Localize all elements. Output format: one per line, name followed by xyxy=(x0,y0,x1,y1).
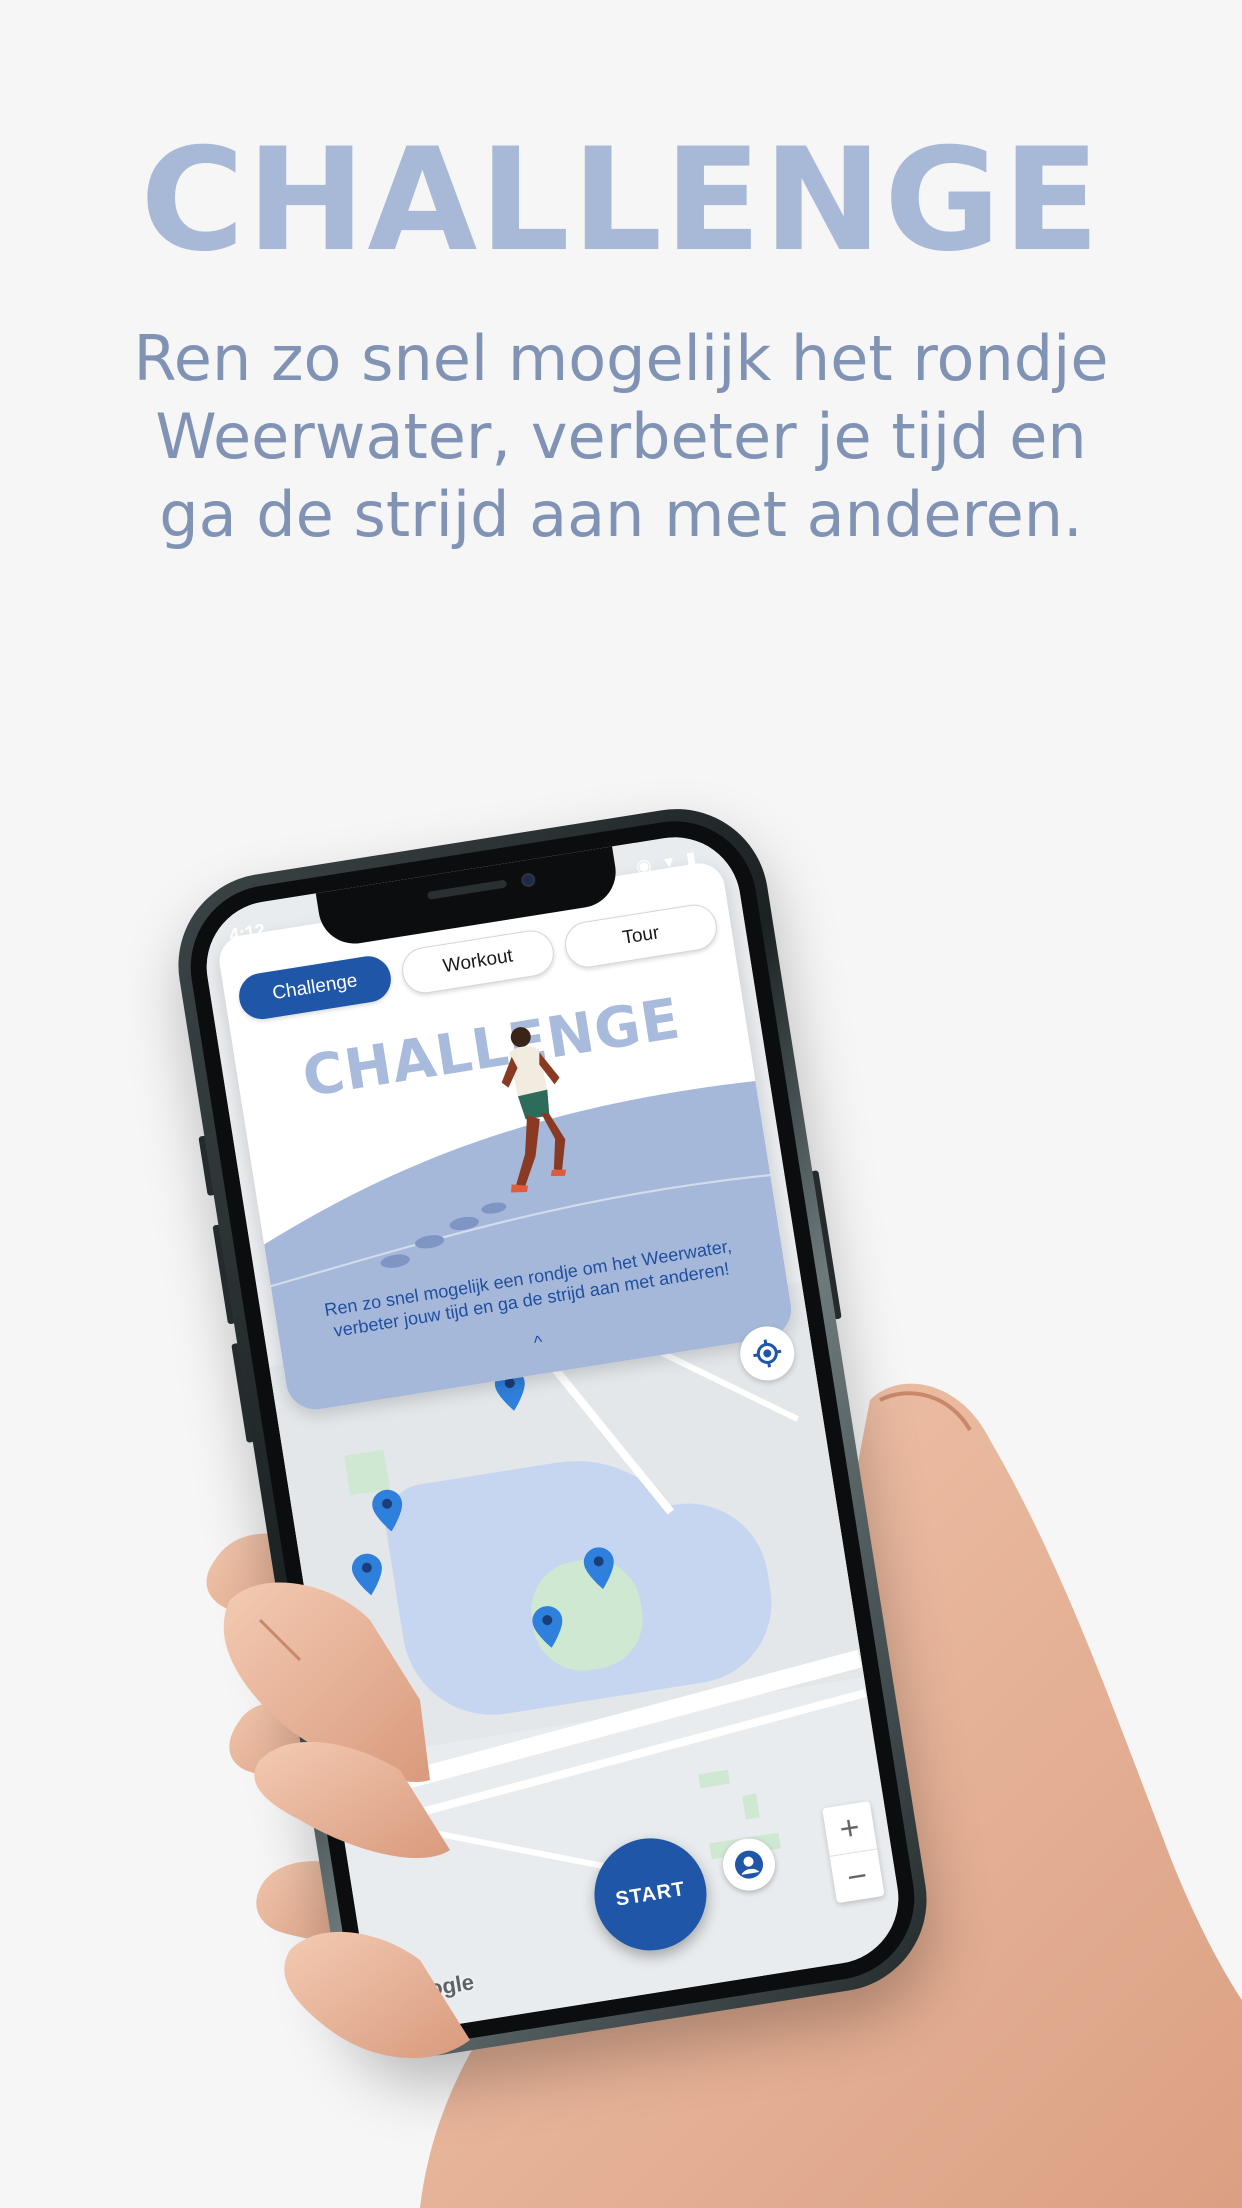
map-pin[interactable] xyxy=(350,1552,386,1598)
tab-workout[interactable]: Workout xyxy=(398,927,558,997)
status-icons: ◉ ▾ ▮ xyxy=(634,846,702,877)
map-pin[interactable] xyxy=(370,1488,406,1534)
map-park-small xyxy=(742,1793,760,1820)
map-pin[interactable] xyxy=(582,1545,618,1591)
map-pin[interactable] xyxy=(369,1670,405,1716)
front-camera xyxy=(519,872,536,889)
tab-challenge[interactable]: Challenge xyxy=(235,952,395,1023)
challenge-card[interactable]: Challenge Workout Tour CHALLENGE Ren zo … xyxy=(215,859,796,1414)
zoom-out-button[interactable]: − xyxy=(829,1848,885,1904)
zoom-in-button[interactable]: + xyxy=(822,1801,877,1856)
map-pin[interactable] xyxy=(530,1604,566,1650)
chevron-up-icon[interactable]: ^ xyxy=(527,1331,550,1354)
status-time: 4:12 xyxy=(227,919,267,946)
crosshair-icon xyxy=(753,1339,782,1368)
map-park-small xyxy=(344,1449,390,1496)
map-park-small xyxy=(698,1769,731,1789)
earpiece-speaker xyxy=(426,879,507,900)
user-icon xyxy=(735,1850,764,1879)
tab-tour[interactable]: Tour xyxy=(561,901,721,971)
